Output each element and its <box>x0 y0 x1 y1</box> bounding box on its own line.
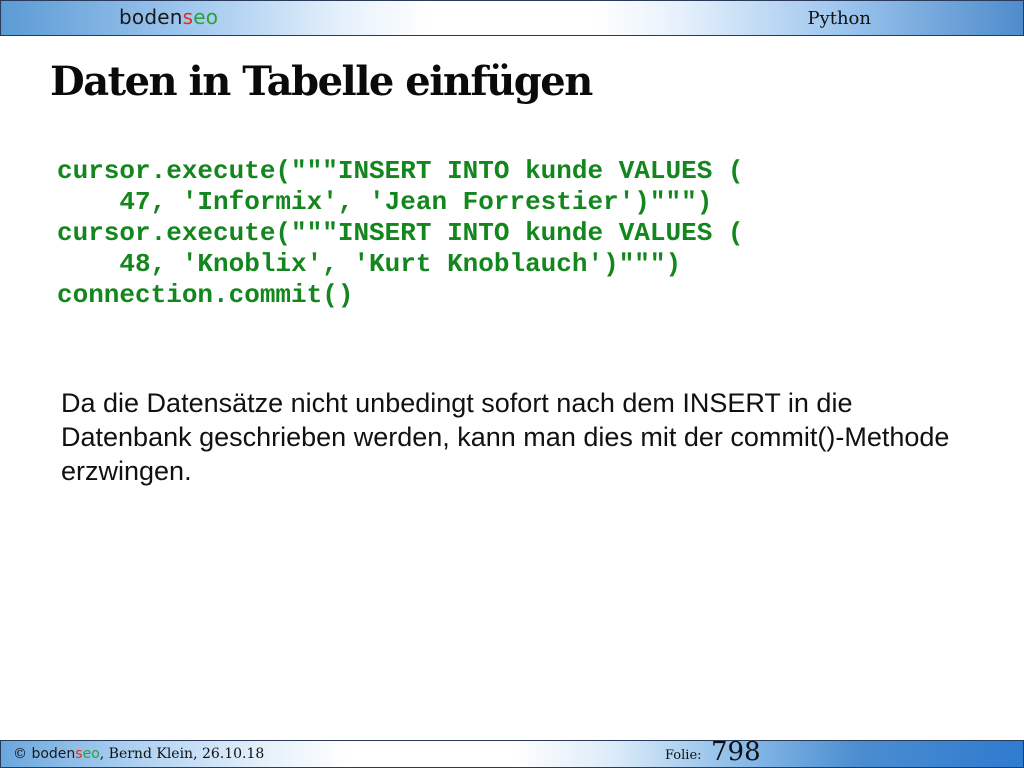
logo-part-boden: boden <box>119 5 183 29</box>
footer-author-date: , Bernd Klein, 26.10.18 <box>99 746 265 762</box>
folie-number: 798 <box>711 737 761 767</box>
code-line: cursor.execute("""INSERT INTO kunde VALU… <box>57 156 744 186</box>
code-line: cursor.execute("""INSERT INTO kunde VALU… <box>57 218 744 248</box>
logo-part-eo: eo <box>193 5 219 29</box>
code-line: connection.commit() <box>57 280 354 310</box>
header-topic: Python <box>807 8 871 29</box>
logo-part-s: s <box>182 5 194 29</box>
slide-title: Daten in Tabelle einfügen <box>50 58 593 105</box>
bodenseo-logo: bodenseo <box>119 5 218 29</box>
slide: bodenseo Python Daten in Tabelle einfüge… <box>0 0 1024 768</box>
code-line: 47, 'Informix', 'Jean Forrestier')""") <box>57 187 713 217</box>
code-block: cursor.execute("""INSERT INTO kunde VALU… <box>57 156 744 311</box>
footer-logo-part-s: s <box>75 746 83 762</box>
folie-label: Folie: <box>665 748 702 763</box>
code-line: 48, 'Knoblix', 'Kurt Knoblauch')""") <box>57 249 682 279</box>
body-paragraph: Da die Datensätze nicht unbedingt sofort… <box>61 388 950 486</box>
footer-logo-part-boden: boden <box>31 746 76 762</box>
footer-logo-part-eo: eo <box>82 746 100 762</box>
header-bar: bodenseo Python <box>0 0 1024 36</box>
footer-bar: © bodenseo, Bernd Klein, 26.10.18 Folie:… <box>0 737 1024 768</box>
copyright-symbol: © <box>13 746 27 762</box>
footer-credit: © bodenseo, Bernd Klein, 26.10.18 <box>13 746 264 762</box>
